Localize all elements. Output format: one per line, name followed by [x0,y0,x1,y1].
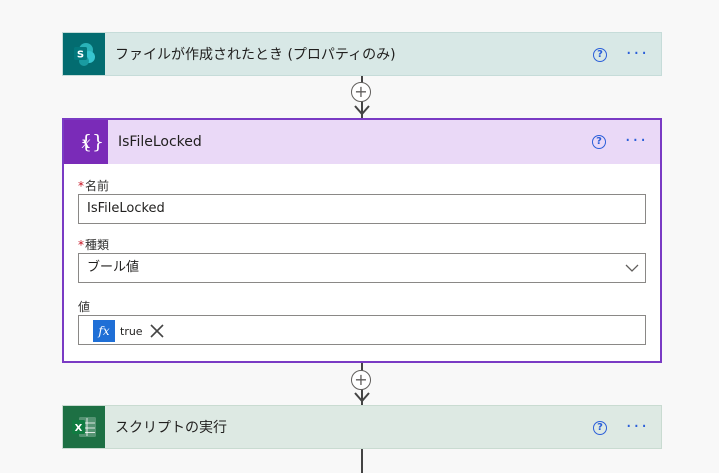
sharepoint-icon: S [63,33,105,75]
variable-icon: { x } [64,120,108,164]
type-selected-value: ブール値 [87,260,140,275]
svg-text:X: X [75,423,83,434]
name-field-label: *名前 [78,177,109,194]
more-options-icon[interactable]: ··· [626,45,649,63]
value-label-text: 値 [78,300,91,314]
expression-fx-icon: fx [93,320,115,342]
value-field-label: 値 [78,298,90,315]
close-icon [150,324,164,338]
insert-step-button[interactable]: + [351,82,371,102]
variable-value-input[interactable]: fx true [78,315,646,345]
plus-icon: + [354,370,368,389]
insert-step-button[interactable]: + [351,370,371,390]
step-title: スクリプトの実行 [115,420,227,436]
top-toolbar [0,0,719,10]
variable-type-select[interactable]: ブール値 [78,253,646,283]
svg-text:x: x [81,133,90,152]
step-card-trigger[interactable]: S ファイルが作成されたとき (プロパティのみ) ? ··· [62,32,662,76]
help-icon[interactable]: ? [593,421,607,435]
required-marker: * [78,238,84,252]
required-marker: * [78,179,84,193]
step-title: IsFileLocked [118,134,202,150]
step-header[interactable]: { x } IsFileLocked ? ··· [64,120,660,164]
name-label-text: 名前 [85,179,110,193]
type-field-label: *種類 [78,236,109,253]
more-options-icon[interactable]: ··· [625,132,648,150]
arrow-down-icon [354,105,370,116]
help-icon[interactable]: ? [592,135,606,149]
svg-text:S: S [77,50,84,61]
step-header[interactable]: X スクリプトの実行 ? ··· [63,406,661,448]
step-card-initialize-variable[interactable]: { x } IsFileLocked ? ··· *名前 IsFileLocke… [62,118,662,363]
more-options-icon[interactable]: ··· [626,418,649,436]
help-icon[interactable]: ? [593,48,607,62]
expression-token[interactable]: fx true [93,320,165,342]
type-label-text: 種類 [85,238,110,252]
arrow-down-icon [354,392,370,403]
chevron-down-icon [625,264,639,272]
token-value: true [120,324,143,338]
connector-line [361,449,363,473]
excel-icon: X [63,406,105,448]
svg-text:}: } [92,131,104,153]
plus-icon: + [354,82,368,101]
step-title: ファイルが作成されたとき (プロパティのみ) [115,47,396,63]
remove-token-button[interactable] [149,323,165,339]
step-header[interactable]: S ファイルが作成されたとき (プロパティのみ) ? ··· [63,33,661,75]
step-card-run-script[interactable]: X スクリプトの実行 ? ··· [62,405,662,449]
variable-name-input[interactable]: IsFileLocked [78,194,646,224]
